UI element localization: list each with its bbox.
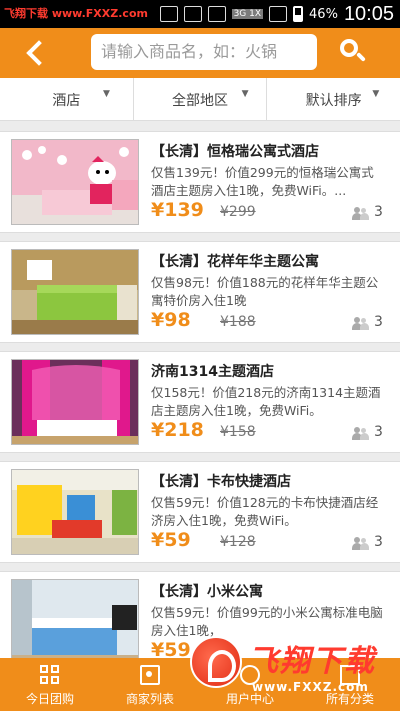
- deal-price: ¥59: [151, 639, 191, 658]
- deal-title: 【长清】卡布快捷酒店: [151, 474, 291, 490]
- deal-title: 【长清】花样年华主题公寓: [151, 254, 319, 270]
- hotel-photo: [11, 359, 139, 445]
- battery-icon: [293, 6, 304, 22]
- dropdown-arrow-icon: ▼: [241, 89, 249, 99]
- signal-icon: [269, 6, 288, 22]
- hotel-photo: [11, 579, 139, 658]
- people-icon: [352, 207, 370, 220]
- list-item[interactable]: 【长清】恒格瑞公寓式酒店 仅售139元！价值299元的恒格瑞公寓式酒店主题房入住…: [0, 131, 400, 233]
- tab-label: 商家列表: [125, 692, 174, 706]
- watermark-title: 飞翔下载: [248, 644, 376, 679]
- original-price: ¥299: [220, 204, 256, 220]
- watermark-logo-icon: [190, 636, 242, 688]
- tab-merchant-list[interactable]: 商家列表: [100, 658, 200, 711]
- list-item[interactable]: 【长清】卡布快捷酒店 仅售59元！价值128元的卡布快捷酒店经济房入住1晚，免费…: [0, 461, 400, 563]
- deal-list: 【长清】恒格瑞公寓式酒店 仅售139元！价值299元的恒格瑞公寓式酒店主题房入住…: [0, 121, 400, 658]
- back-button[interactable]: [20, 36, 54, 70]
- grid-icon: [40, 665, 60, 685]
- filter-region[interactable]: 全部地区 ▼: [134, 78, 268, 120]
- buyer-count: 3: [374, 314, 383, 330]
- hotel-photo: [11, 139, 139, 225]
- tab-label: 今日团购: [25, 692, 74, 706]
- deal-price: ¥139: [151, 199, 204, 221]
- deal-title: 济南1314主题酒店: [151, 364, 274, 380]
- deal-title: 【长清】恒格瑞公寓式酒店: [151, 144, 319, 160]
- deal-price: ¥59: [151, 529, 191, 551]
- search-input[interactable]: 请输入商品名，如：火锅: [91, 34, 317, 70]
- list-item[interactable]: 【长清】花样年华主题公寓 仅售98元！价值188元的花样年华主题公寓特价房入住1…: [0, 241, 400, 343]
- status-indicators: 3G 1X 46% 10:05: [159, 2, 394, 25]
- status-bar: 飞翔下载 www.FXXZ.com 3G 1X 46% 10:05: [0, 0, 400, 28]
- wifi-icon: [183, 6, 202, 22]
- site-watermark: 飞翔下载 www.FXXZ.com: [190, 632, 395, 704]
- hotel-photo: [11, 249, 139, 335]
- mute-icon: [159, 6, 178, 22]
- dropdown-arrow-icon: ▼: [372, 89, 380, 99]
- people-icon: [352, 427, 370, 440]
- watermark-url: www.FXXZ.com: [252, 680, 369, 694]
- buyer-count: 3: [374, 204, 383, 220]
- list-item[interactable]: 济南1314主题酒店 仅158元！价值218元的济南1314主题酒店主题房入住1…: [0, 351, 400, 453]
- filter-category[interactable]: 酒店 ▼: [0, 78, 134, 120]
- deal-price: ¥98: [151, 309, 191, 331]
- search-button[interactable]: [334, 34, 370, 70]
- clock: 10:05: [343, 2, 394, 25]
- shop-card-icon: [140, 665, 160, 685]
- network-label: 3G 1X: [231, 9, 264, 19]
- top-header: 请输入商品名，如：火锅: [0, 28, 400, 78]
- buyer-count: 3: [374, 534, 383, 550]
- sim-icon: [207, 6, 226, 22]
- deal-description: 仅售59元！价值128元的卡布快捷酒店经济房入住1晚，免费WiFi。: [151, 495, 379, 528]
- filter-bar: 酒店 ▼ 全部地区 ▼ 默认排序 ▼: [0, 78, 400, 121]
- search-icon: [340, 39, 358, 57]
- original-price: ¥158: [220, 424, 256, 440]
- tab-today-deals[interactable]: 今日团购: [0, 658, 100, 711]
- dropdown-arrow-icon: ▼: [103, 89, 110, 99]
- deal-description: 仅158元！价值218元的济南1314主题酒店主题房入住1晚，免费WiFi。: [151, 385, 381, 418]
- filter-sort[interactable]: 默认排序 ▼: [267, 78, 400, 120]
- deal-description: 仅售98元！价值188元的花样年华主题公寓特价房入住1晚: [151, 275, 379, 308]
- filter-label: 酒店: [52, 93, 81, 109]
- buyer-count: 3: [374, 424, 383, 440]
- filter-label: 默认排序: [305, 93, 362, 109]
- deal-description: 仅售139元！价值299元的恒格瑞公寓式酒店主题房入住1晚，免费WiFi。...: [151, 165, 374, 198]
- watermark-text: 飞翔下载 www.FXXZ.com: [4, 7, 148, 20]
- hotel-photo: [11, 469, 139, 555]
- original-price: ¥128: [220, 534, 256, 550]
- people-icon: [352, 537, 370, 550]
- deal-price: ¥218: [151, 419, 204, 441]
- battery-percent: 46%: [309, 6, 338, 22]
- deal-title: 【长清】小米公寓: [151, 584, 263, 600]
- original-price: ¥188: [220, 314, 256, 330]
- people-icon: [352, 317, 370, 330]
